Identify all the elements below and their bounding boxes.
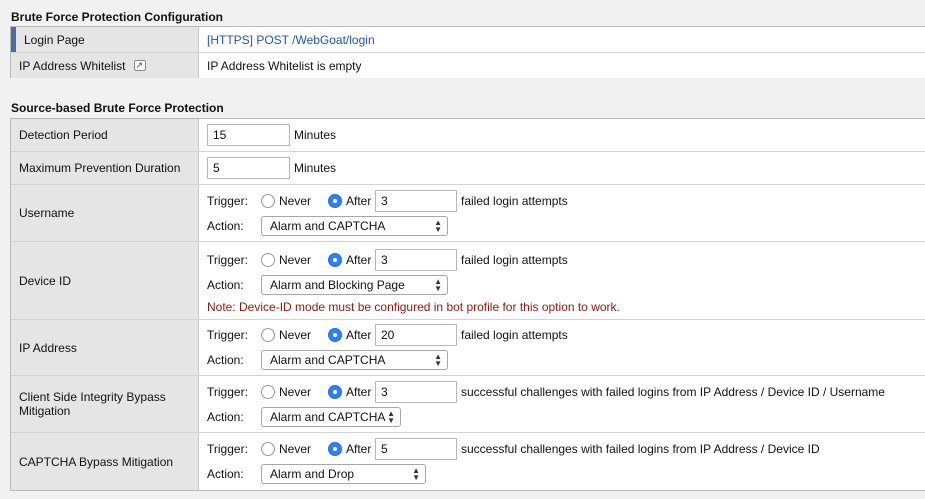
captcha-bypass-after-text: successful challenges with failed logins…: [461, 442, 820, 456]
login-page-label: Login Page: [11, 27, 199, 52]
after-label: After: [346, 442, 372, 456]
never-radio[interactable]: [261, 253, 275, 267]
detection-period-input[interactable]: [207, 124, 290, 146]
whitelist-value: IP Address Whitelist is empty: [207, 58, 362, 73]
after-label: After: [346, 328, 372, 342]
csi-bypass-after-text: successful challenges with failed logins…: [461, 384, 885, 399]
device-id-value-cell: Trigger: Never After failed login attemp…: [199, 242, 925, 319]
never-label: Never: [279, 384, 312, 399]
captcha-bypass-row: CAPTCHA Bypass Mitigation Trigger: Never…: [11, 433, 925, 490]
ip-address-action-select[interactable]: Alarm and CAPTCHA ▲ ▼: [261, 350, 448, 370]
username-action-select[interactable]: Alarm and CAPTCHA ▲ ▼: [261, 215, 448, 236]
device-id-note: Note: Device-ID mode must be configured …: [207, 299, 620, 314]
csi-bypass-action-value: Alarm and CAPTCHA: [270, 409, 386, 424]
max-prevention-row: Maximum Prevention Duration Minutes: [11, 152, 925, 185]
after-radio[interactable]: [328, 253, 342, 267]
login-page-link[interactable]: [HTTPS] POST /WebGoat/login: [207, 33, 925, 47]
never-radio[interactable]: [261, 193, 275, 208]
select-arrows-icon: ▲ ▼: [434, 217, 442, 234]
csi-bypass-value-cell: Trigger: Never After successful challeng…: [199, 376, 925, 432]
csi-bypass-count-input[interactable]: [375, 380, 457, 403]
select-arrows-icon: ▲ ▼: [412, 466, 420, 482]
never-label: Never: [279, 253, 312, 267]
max-prevention-unit: Minutes: [294, 161, 337, 175]
login-page-row: Login Page [HTTPS] POST /WebGoat/login: [11, 27, 925, 53]
after-label: After: [346, 253, 372, 267]
never-label: Never: [279, 193, 312, 208]
device-id-action-select[interactable]: Alarm and Blocking Page ▲ ▼: [261, 275, 448, 295]
configuration-panel: Login Page [HTTPS] POST /WebGoat/login I…: [10, 26, 925, 78]
trigger-label: Trigger:: [207, 328, 248, 342]
username-label: Username: [11, 185, 199, 241]
device-id-action-value: Alarm and Blocking Page: [270, 278, 405, 292]
username-count-input[interactable]: [375, 189, 457, 212]
detection-period-unit: Minutes: [294, 128, 337, 142]
max-prevention-input[interactable]: [207, 157, 290, 179]
action-label: Action:: [207, 409, 244, 424]
action-label: Action:: [207, 467, 244, 481]
device-id-after-text: failed login attempts: [461, 253, 568, 267]
csi-bypass-row: Client Side Integrity Bypass Mitigation …: [11, 376, 925, 433]
csi-bypass-action-select[interactable]: Alarm and CAPTCHA ▲ ▼: [261, 406, 401, 427]
device-id-label: Device ID: [11, 242, 199, 319]
username-action-value: Alarm and CAPTCHA: [270, 218, 386, 233]
never-radio[interactable]: [261, 328, 275, 342]
device-id-count-input[interactable]: [375, 249, 457, 271]
trigger-label: Trigger:: [207, 193, 248, 208]
captcha-bypass-value-cell: Trigger: Never After successful challeng…: [199, 433, 925, 490]
section-title-configuration: Brute Force Protection Configuration: [11, 10, 224, 24]
max-prevention-label: Maximum Prevention Duration: [11, 152, 199, 184]
detection-period-value-cell: Minutes: [199, 119, 925, 151]
after-label: After: [346, 193, 372, 208]
ip-address-label: IP Address: [11, 320, 199, 375]
captcha-bypass-count-input[interactable]: [375, 438, 457, 460]
action-label: Action:: [207, 278, 244, 292]
whitelist-value-cell: IP Address Whitelist is empty: [199, 53, 925, 78]
never-radio[interactable]: [261, 384, 275, 399]
trigger-label: Trigger:: [207, 384, 248, 399]
max-prevention-value-cell: Minutes: [199, 152, 925, 184]
ip-address-row: IP Address Trigger: Never After failed l…: [11, 320, 925, 376]
login-page-value-cell: [HTTPS] POST /WebGoat/login: [199, 27, 925, 52]
action-label: Action:: [207, 353, 244, 367]
ip-address-value-cell: Trigger: Never After failed login attemp…: [199, 320, 925, 375]
whitelist-label: IP Address Whitelist: [19, 58, 126, 73]
whitelist-label-cell: IP Address Whitelist: [11, 53, 199, 78]
ip-address-count-input[interactable]: [375, 324, 457, 346]
captcha-bypass-action-value: Alarm and Drop: [270, 467, 355, 481]
never-label: Never: [279, 442, 312, 456]
username-row: Username Trigger: Never After failed log…: [11, 185, 925, 242]
select-arrows-icon: ▲ ▼: [434, 277, 442, 293]
after-label: After: [346, 384, 372, 399]
username-after-text: failed login attempts: [461, 193, 568, 208]
trigger-label: Trigger:: [207, 253, 248, 267]
captcha-bypass-label: CAPTCHA Bypass Mitigation: [11, 433, 199, 490]
after-radio[interactable]: [328, 193, 342, 208]
csi-bypass-label: Client Side Integrity Bypass Mitigation: [11, 376, 199, 432]
never-label: Never: [279, 328, 312, 342]
never-radio[interactable]: [261, 442, 275, 456]
source-based-panel: Detection Period Minutes Maximum Prevent…: [10, 118, 925, 491]
detection-period-label: Detection Period: [11, 119, 199, 151]
section-title-source-based: Source-based Brute Force Protection: [11, 101, 224, 115]
username-value-cell: Trigger: Never After failed login attemp…: [199, 185, 925, 241]
ip-address-action-value: Alarm and CAPTCHA: [270, 353, 386, 367]
after-radio[interactable]: [328, 328, 342, 342]
ip-address-after-text: failed login attempts: [461, 328, 568, 342]
whitelist-row: IP Address Whitelist IP Address Whitelis…: [11, 53, 925, 78]
device-id-row: Device ID Trigger: Never After failed lo…: [11, 242, 925, 320]
external-link-icon[interactable]: [133, 58, 146, 72]
captcha-bypass-action-select[interactable]: Alarm and Drop ▲ ▼: [261, 464, 426, 484]
action-label: Action:: [207, 218, 244, 233]
after-radio[interactable]: [328, 442, 342, 456]
after-radio[interactable]: [328, 384, 342, 399]
trigger-label: Trigger:: [207, 442, 248, 456]
select-arrows-icon: ▲ ▼: [387, 408, 395, 425]
detection-period-row: Detection Period Minutes: [11, 119, 925, 152]
select-arrows-icon: ▲ ▼: [434, 352, 442, 368]
